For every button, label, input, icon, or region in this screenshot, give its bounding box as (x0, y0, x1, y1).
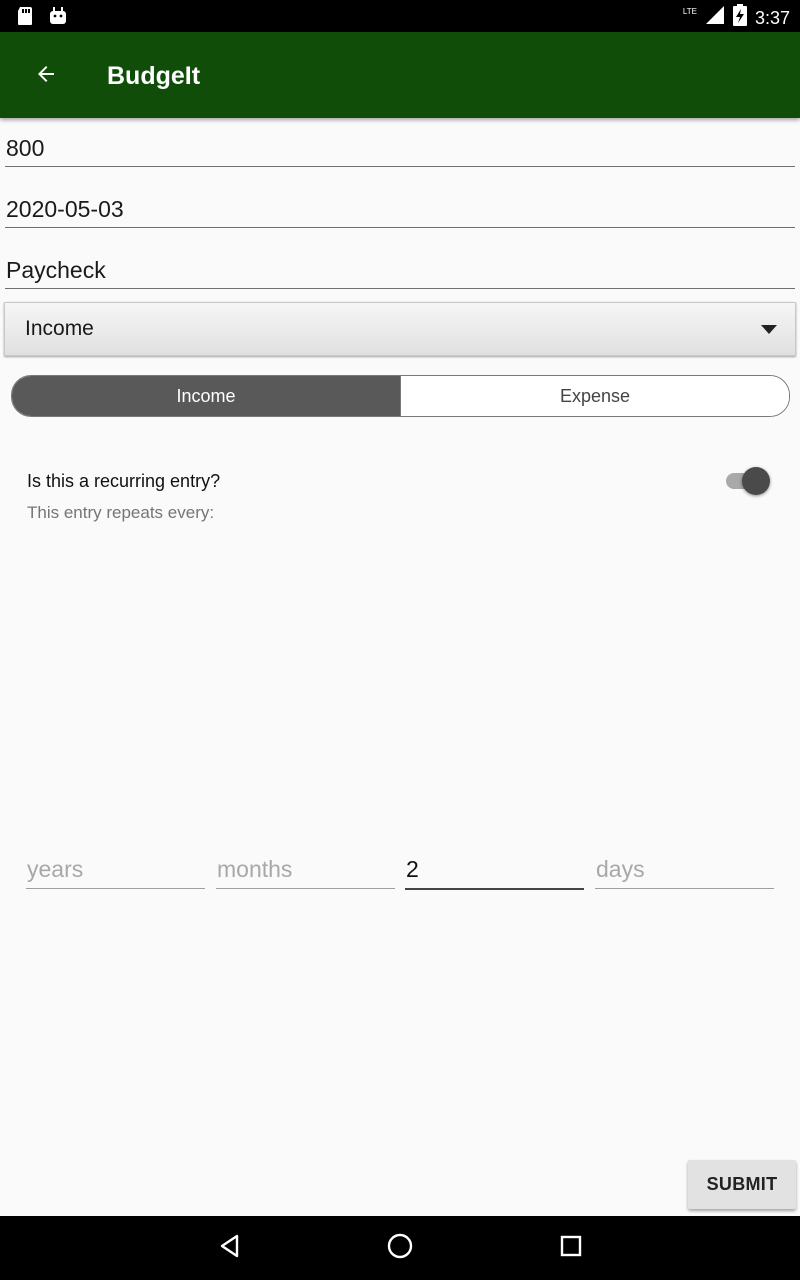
date-field[interactable]: 2020-05-03 (5, 183, 795, 228)
app-title: BudgeIt (107, 62, 201, 90)
android-debug-icon (48, 6, 68, 31)
back-button[interactable] (22, 52, 70, 100)
signal-icon (705, 5, 725, 30)
navigation-bar (0, 1216, 800, 1280)
network-type: LTE (682, 7, 697, 16)
amount-field[interactable]: 800 (5, 122, 795, 167)
months-input[interactable]: months (216, 848, 395, 889)
dropdown-arrow-icon (761, 325, 777, 334)
nav-back-button[interactable] (210, 1228, 250, 1268)
status-bar: LTE 3:37 (0, 0, 800, 32)
status-left-icons (16, 6, 68, 31)
repeat-label: This entry repeats every: (27, 503, 215, 522)
battery-charging-icon (732, 4, 747, 31)
nav-home-button[interactable] (380, 1228, 420, 1268)
date-value: 2020-05-03 (6, 196, 124, 222)
category-selected: Income (25, 317, 94, 340)
days-placeholder: days (596, 856, 645, 882)
back-triangle-icon (217, 1233, 243, 1264)
years-input[interactable]: years (26, 848, 205, 889)
weeks-input[interactable]: 2 (405, 848, 584, 890)
amount-value: 800 (6, 135, 45, 161)
description-value: Paycheck (6, 257, 106, 283)
recents-square-icon (559, 1234, 583, 1263)
recurring-switch[interactable] (724, 466, 770, 496)
submit-button[interactable]: SUBMIT (688, 1160, 796, 1209)
days-input[interactable]: days (595, 848, 774, 889)
home-circle-icon (386, 1232, 414, 1265)
app-bar: BudgeIt (0, 32, 800, 118)
type-toggle: Income Expense (11, 375, 790, 417)
description-field[interactable]: Paycheck (5, 244, 795, 289)
months-placeholder: months (217, 856, 293, 882)
screen: LTE 3:37 BudgeIt 800 2020-05-03 Paycheck (0, 0, 800, 1280)
nav-recents-button[interactable] (551, 1228, 591, 1268)
years-placeholder: years (27, 856, 84, 882)
toggle-income[interactable]: Income (12, 376, 400, 416)
weeks-value: 2 (406, 856, 419, 882)
status-time: 3:37 (754, 7, 790, 28)
sd-card-icon (16, 6, 34, 31)
switch-thumb (742, 467, 770, 495)
recurring-label: Is this a recurring entry? (27, 471, 221, 491)
status-right-icons: LTE 3:37 (683, 4, 790, 31)
category-dropdown[interactable]: Income (4, 302, 796, 356)
arrow-back-icon (34, 62, 58, 91)
toggle-expense[interactable]: Expense (400, 376, 789, 416)
